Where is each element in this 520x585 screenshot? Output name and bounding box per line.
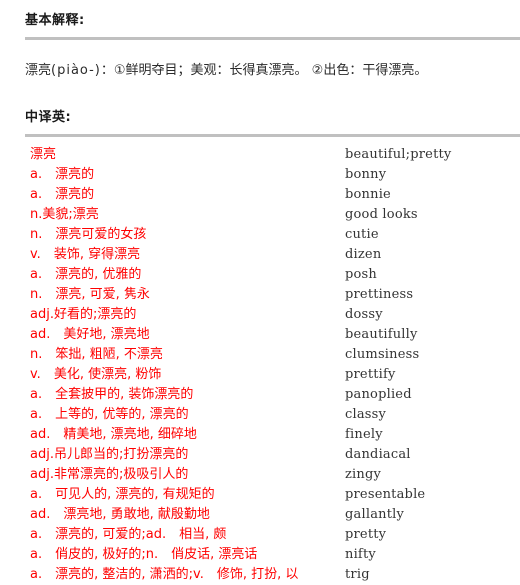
entry-chinese[interactable]: a. 俏皮的, 极好的;n. 俏皮话, 漂亮话: [0, 545, 340, 565]
entry-english[interactable]: good looks: [340, 205, 520, 225]
entry-chinese[interactable]: a. 漂亮的, 整洁的, 潇洒的;v. 修饰, 打扮, 以: [0, 565, 340, 585]
entry-english[interactable]: zingy: [340, 465, 520, 485]
entry-english[interactable]: nifty: [340, 545, 520, 565]
table-row[interactable]: a. 漂亮的, 优雅的 posh: [0, 265, 520, 285]
entry-chinese[interactable]: a. 漂亮的: [0, 185, 340, 205]
table-row[interactable]: n. 漂亮可爱的女孩 cutie: [0, 225, 520, 245]
table-row[interactable]: adj.非常漂亮的;极吸引人的 zingy: [0, 465, 520, 485]
table-row[interactable]: v. 美化, 使漂亮, 粉饰 prettify: [0, 365, 520, 385]
entry-chinese[interactable]: v. 美化, 使漂亮, 粉饰: [0, 365, 340, 385]
entry-english[interactable]: presentable: [340, 485, 520, 505]
entry-english[interactable]: posh: [340, 265, 520, 285]
table-row[interactable]: a. 可见人的, 漂亮的, 有规矩的 presentable: [0, 485, 520, 505]
entry-chinese[interactable]: a. 漂亮的, 可爱的;ad. 相当, 颇: [0, 525, 340, 545]
table-row[interactable]: ad. 漂亮地, 勇敢地, 献殷勤地 gallantly: [0, 505, 520, 525]
table-row[interactable]: a. 漂亮的 bonnie: [0, 185, 520, 205]
table-row[interactable]: a. 漂亮的, 整洁的, 潇洒的;v. 修饰, 打扮, 以 trig: [0, 565, 520, 585]
entry-english[interactable]: bonnie: [340, 185, 520, 205]
entry-english[interactable]: bonny: [340, 165, 520, 185]
entry-chinese[interactable]: n. 漂亮可爱的女孩: [0, 225, 340, 245]
entry-chinese[interactable]: n. 漂亮, 可爱, 隽永: [0, 285, 340, 305]
entry-english[interactable]: dossy: [340, 305, 520, 325]
spacer-after-basic-divider: [0, 40, 520, 62]
definition-word: 漂亮: [25, 63, 52, 78]
entry-english[interactable]: cutie: [340, 225, 520, 245]
entry-chinese[interactable]: adj.非常漂亮的;极吸引人的: [0, 465, 340, 485]
table-row[interactable]: ad. 精美地, 漂亮地, 细碎地 finely: [0, 425, 520, 445]
entry-english[interactable]: beautifully: [340, 325, 520, 345]
entry-chinese[interactable]: adj.吊儿郎当的;打扮漂亮的: [0, 445, 340, 465]
top-spacer: [0, 0, 520, 9]
table-row[interactable]: v. 装饰, 穿得漂亮 dizen: [0, 245, 520, 265]
entry-english[interactable]: panoplied: [340, 385, 520, 405]
table-row[interactable]: a. 上等的, 优等的, 漂亮的 classy: [0, 405, 520, 425]
table-row[interactable]: a. 漂亮的, 可爱的;ad. 相当, 颇 pretty: [0, 525, 520, 545]
entry-english[interactable]: dandiacal: [340, 445, 520, 465]
entry-chinese[interactable]: ad. 精美地, 漂亮地, 细碎地: [0, 425, 340, 445]
entry-chinese[interactable]: a. 全套披甲的, 装饰漂亮的: [0, 385, 340, 405]
entry-chinese[interactable]: n. 笨拙, 粗陋, 不漂亮: [0, 345, 340, 365]
entry-english[interactable]: gallantly: [340, 505, 520, 525]
entry-chinese[interactable]: a. 漂亮的: [0, 165, 340, 185]
table-row[interactable]: n. 笨拙, 粗陋, 不漂亮 clumsiness: [0, 345, 520, 365]
dictionary-page: 基本解释: 漂亮(piào-)：①鲜明夺目；美观：长得真漂亮。 ②出色：干得漂亮…: [0, 0, 520, 582]
entry-headword[interactable]: 漂亮: [0, 145, 340, 165]
definition-body: ：①鲜明夺目；美观：长得真漂亮。 ②出色：干得漂亮。: [100, 63, 428, 78]
translation-table-body: 漂亮 beautiful;pretty a. 漂亮的 bonny a. 漂亮的 bonni…: [0, 145, 520, 585]
entry-english[interactable]: pretty: [340, 525, 520, 545]
definition-pinyin: (piào-): [51, 63, 101, 78]
table-row[interactable]: n. 漂亮, 可爱, 隽永 prettiness: [0, 285, 520, 305]
table-row[interactable]: a. 俏皮的, 极好的;n. 俏皮话, 漂亮话 nifty: [0, 545, 520, 565]
entry-chinese[interactable]: a. 可见人的, 漂亮的, 有规矩的: [0, 485, 340, 505]
section-heading-basic: 基本解释:: [25, 13, 85, 28]
entry-chinese[interactable]: adj.好看的;漂亮的: [0, 305, 340, 325]
table-row[interactable]: a. 全套披甲的, 装饰漂亮的 panoplied: [0, 385, 520, 405]
entry-chinese[interactable]: a. 上等的, 优等的, 漂亮的: [0, 405, 340, 425]
entry-chinese[interactable]: v. 装饰, 穿得漂亮: [0, 245, 340, 265]
table-row[interactable]: a. 漂亮的 bonny: [0, 165, 520, 185]
translation-table: 漂亮 beautiful;pretty a. 漂亮的 bonny a. 漂亮的 bonni…: [0, 145, 520, 585]
section-heading-cn-to-en: 中译英:: [25, 110, 72, 125]
entry-english[interactable]: trig: [340, 565, 520, 585]
entry-english[interactable]: finely: [340, 425, 520, 445]
entry-english[interactable]: clumsiness: [340, 345, 520, 365]
entry-english[interactable]: classy: [340, 405, 520, 425]
entry-chinese[interactable]: a. 漂亮的, 优雅的: [0, 265, 340, 285]
table-row[interactable]: adj.好看的;漂亮的 dossy: [0, 305, 520, 325]
table-row[interactable]: 漂亮 beautiful;pretty: [0, 145, 520, 165]
entry-chinese[interactable]: n.美貌;漂亮: [0, 205, 340, 225]
entry-english[interactable]: prettify: [340, 365, 520, 385]
entry-english[interactable]: beautiful;pretty: [340, 145, 520, 165]
entry-english[interactable]: prettiness: [340, 285, 520, 305]
basic-definition: 漂亮(piào-)：①鲜明夺目；美观：长得真漂亮。 ②出色：干得漂亮。: [0, 62, 520, 80]
entry-chinese[interactable]: ad. 漂亮地, 勇敢地, 献殷勤地: [0, 505, 340, 525]
table-row[interactable]: n.美貌;漂亮 good looks: [0, 205, 520, 225]
table-row[interactable]: adj.吊儿郎当的;打扮漂亮的 dandiacal: [0, 445, 520, 465]
table-row[interactable]: ad. 美好地, 漂亮地 beautifully: [0, 325, 520, 345]
entry-chinese[interactable]: ad. 美好地, 漂亮地: [0, 325, 340, 345]
entry-english[interactable]: dizen: [340, 245, 520, 265]
